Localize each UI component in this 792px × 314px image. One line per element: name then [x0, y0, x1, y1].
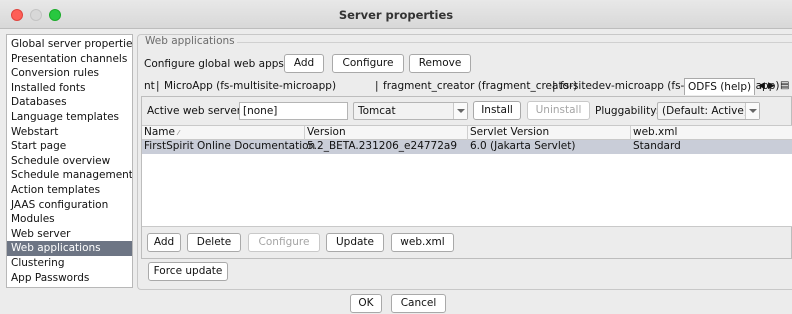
webapp-tab-strip: nt | MicroApp (fs-multisite-microapp) | … [141, 78, 792, 95]
table-row[interactable]: FirstSpirit Online Documentation 5.2_BET… [142, 140, 792, 154]
cell-webxml: Standard [633, 140, 681, 152]
sidebar-item-app-passwords[interactable]: App Passwords [7, 271, 132, 286]
add-webapp-button[interactable]: Add [147, 233, 181, 252]
tab-separator: | [375, 80, 379, 92]
tab-list-icon[interactable]: ▤ [780, 80, 789, 91]
sort-icon: ⁄ [177, 129, 180, 137]
sidebar-item-schedule-management[interactable]: Schedule management [7, 168, 132, 183]
remove-global-webapp-button[interactable]: Remove [409, 54, 471, 73]
chevron-down-icon [453, 103, 467, 119]
configure-global-label: Configure global web apps: [144, 58, 288, 70]
sidebar-item-installed-fonts[interactable]: Installed fonts [7, 81, 132, 96]
tab-scroll-right-icon[interactable]: ▶ [768, 81, 775, 91]
webapp-table: Name ⁄ Version Servlet Version web.xml Fi… [142, 125, 792, 227]
column-header-name[interactable]: Name ⁄ [142, 126, 305, 140]
sidebar-item-jaas-configuration[interactable]: JAAS configuration [7, 198, 132, 213]
pluggability-select[interactable]: (Default: Active) [657, 102, 760, 120]
sidebar-item-start-page[interactable]: Start page [7, 139, 132, 154]
update-webapp-button[interactable]: Update [326, 233, 384, 252]
configure-global-webapp-button[interactable]: Configure [332, 54, 404, 73]
sidebar-item-databases[interactable]: Databases [7, 95, 132, 110]
webxml-button[interactable]: web.xml [391, 233, 454, 252]
web-server-select-value: Tomcat [358, 105, 396, 117]
sidebar-item-presentation-channels[interactable]: Presentation channels [7, 52, 132, 67]
tab-scroll-left-icon[interactable]: ◀ [758, 81, 765, 91]
tab-microapp[interactable]: MicroApp (fs-multisite-microapp) [161, 78, 339, 95]
tab-content: Active web server: [none] Tomcat Install… [141, 96, 792, 259]
sidebar-item-web-server[interactable]: Web server [7, 227, 132, 242]
sidebar-item-webstart[interactable]: Webstart [7, 125, 132, 140]
sidebar-item-web-applications[interactable]: Web applications [7, 241, 132, 256]
tab-separator: | [156, 80, 160, 92]
install-button[interactable]: Install [473, 101, 521, 120]
force-update-button[interactable]: Force update [148, 262, 228, 281]
sidebar-item-action-templates[interactable]: Action templates [7, 183, 132, 198]
group-divider [228, 42, 792, 43]
title-bar: Server properties [0, 0, 792, 29]
configure-webapp-button[interactable]: Configure [248, 233, 320, 252]
sidebar: Global server properties Presentation ch… [6, 34, 133, 288]
add-global-webapp-button[interactable]: Add [284, 54, 324, 73]
column-header-servlet-version[interactable]: Servlet Version [468, 126, 631, 140]
tab-separator: | [552, 80, 556, 92]
cell-version: 5.2_BETA.231206_e24772a9 [307, 140, 458, 152]
delete-webapp-button[interactable]: Delete [187, 233, 241, 252]
web-server-select[interactable]: Tomcat [353, 102, 468, 120]
window-title: Server properties [338, 8, 454, 22]
sidebar-item-schedule-overview[interactable]: Schedule overview [7, 154, 132, 169]
sidebar-item-modules[interactable]: Modules [7, 212, 132, 227]
ok-button[interactable]: OK [350, 294, 382, 313]
cancel-button[interactable]: Cancel [391, 294, 446, 313]
pluggability-select-value: (Default: Active) [662, 105, 748, 117]
uninstall-button[interactable]: Uninstall [527, 101, 590, 120]
sidebar-item-global-server-properties[interactable]: Global server properties [7, 37, 132, 52]
dialog-footer: OK Cancel [0, 290, 792, 314]
chevron-down-icon [745, 103, 759, 119]
column-header-version[interactable]: Version [305, 126, 468, 140]
cell-name: FirstSpirit Online Documentation [144, 140, 316, 152]
tab-odfs-help[interactable]: ODFS (help) [684, 78, 756, 95]
active-web-server-field[interactable]: [none] [239, 102, 348, 120]
group-title: Web applications [143, 35, 237, 47]
tab-fragment-creator[interactable]: fragment_creator (fragment_creator) [380, 78, 580, 95]
sidebar-item-clustering[interactable]: Clustering [7, 256, 132, 271]
sidebar-item-language-templates[interactable]: Language templates [7, 110, 132, 125]
table-header: Name ⁄ Version Servlet Version web.xml [142, 126, 792, 140]
column-header-webxml[interactable]: web.xml [631, 126, 792, 140]
pluggability-label: Pluggability: [595, 105, 660, 117]
active-web-server-label: Active web server: [147, 105, 245, 117]
sidebar-item-conversion-rules[interactable]: Conversion rules [7, 66, 132, 81]
cell-servlet-version: 6.0 (Jakarta Servlet) [470, 140, 576, 152]
